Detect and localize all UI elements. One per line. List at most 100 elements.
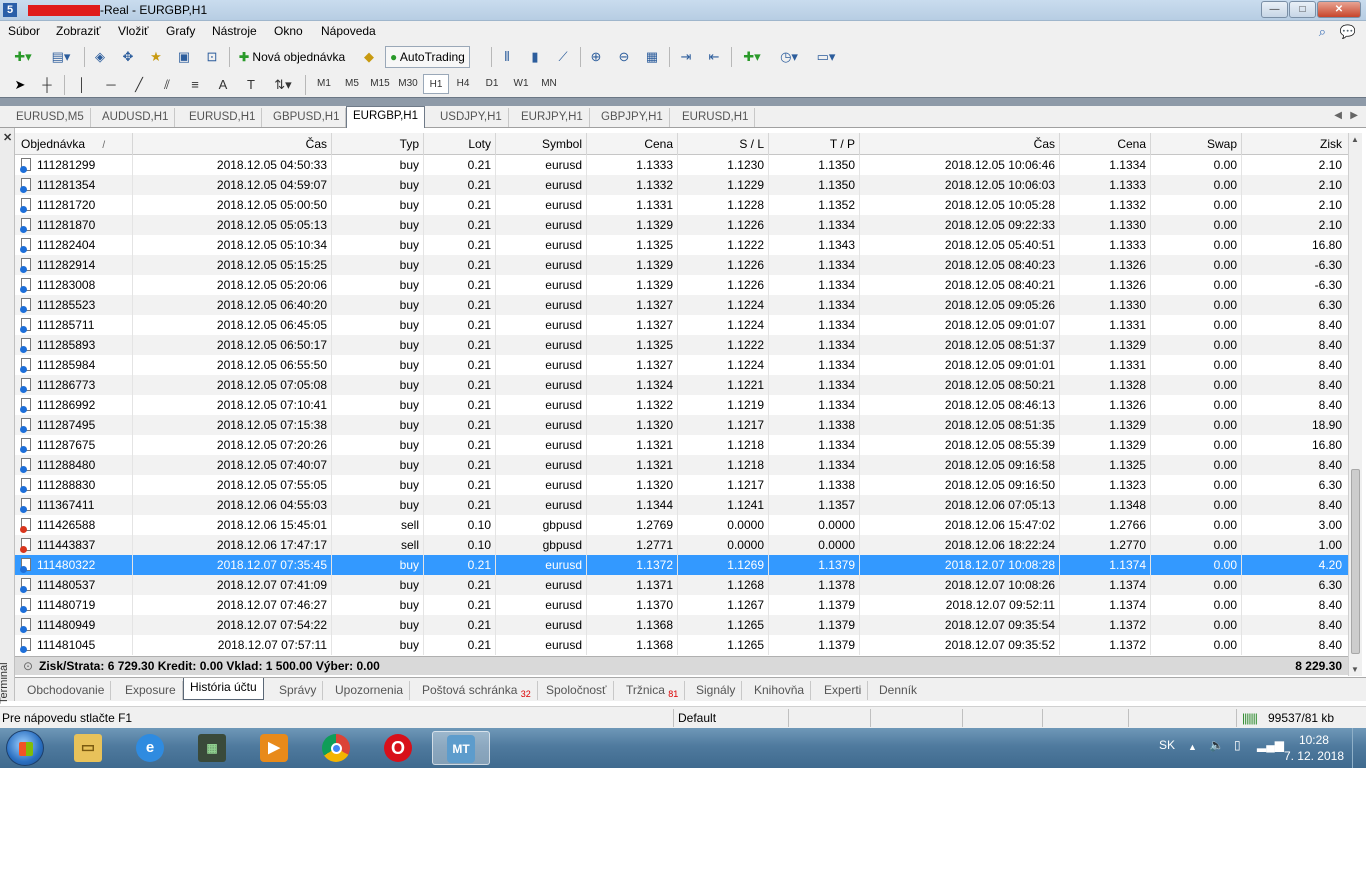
line-chart-icon[interactable]: ⟋	[552, 47, 574, 67]
col-symbol[interactable]: Symbol	[496, 133, 587, 155]
show-desktop-button[interactable]	[1352, 728, 1366, 768]
menu-help[interactable]: Nápoveda	[321, 24, 376, 38]
chart-tab[interactable]: EURJPY,H1	[515, 108, 590, 127]
timeframe-w1[interactable]: W1	[508, 74, 534, 94]
table-row[interactable]: 111287495 2018.12.05 07:15:38 buy 0.21 eurus…	[15, 415, 1348, 435]
table-row[interactable]: 111285984 2018.12.05 06:55:50 buy 0.21 eurus…	[15, 355, 1348, 375]
timeframe-m1[interactable]: M1	[312, 74, 336, 94]
timeframe-h1[interactable]: H1	[423, 74, 449, 94]
col-open-price[interactable]: Cena	[587, 133, 678, 155]
timeframe-m15[interactable]: M15	[367, 74, 393, 94]
chart-tab-active[interactable]: EURGBP,H1	[346, 106, 425, 128]
terminal-toggle-icon[interactable]: ▣	[173, 47, 195, 67]
chart-tab[interactable]: EURUSD,H1	[676, 108, 756, 127]
close-button[interactable]: ✕	[1317, 1, 1361, 18]
col-type[interactable]: Typ	[332, 133, 424, 155]
table-row[interactable]: 111281354 2018.12.05 04:59:07 buy 0.21 eurus…	[15, 175, 1348, 195]
tab-account-history[interactable]: História účtu	[183, 678, 264, 700]
table-row[interactable]: 111426588 2018.12.06 15:45:01 sell 0.10 gbpu…	[15, 515, 1348, 535]
table-row[interactable]: 111285523 2018.12.05 06:40:20 buy 0.21 eurus…	[15, 295, 1348, 315]
timeframe-mn[interactable]: MN	[536, 74, 562, 94]
fibonacci-icon[interactable]: ≡	[184, 75, 206, 95]
start-button[interactable]	[6, 730, 44, 766]
favorites-icon[interactable]: ★	[145, 47, 167, 67]
candlestick-icon[interactable]: ▮	[524, 47, 546, 67]
timeframe-m30[interactable]: M30	[395, 74, 421, 94]
table-row[interactable]: 111288830 2018.12.05 07:55:05 buy 0.21 eurus…	[15, 475, 1348, 495]
power-icon[interactable]: ▯	[1234, 738, 1241, 752]
menu-tools[interactable]: Nástroje	[212, 24, 257, 38]
autotrading-button[interactable]: ● AutoTrading	[385, 46, 470, 68]
network-icon[interactable]: ▂▄▆	[1257, 738, 1284, 752]
bar-chart-icon[interactable]: ⫴	[496, 47, 518, 67]
auto-scroll-icon[interactable]: ⇥	[675, 47, 697, 67]
tab-exposure[interactable]: Exposure	[119, 681, 183, 700]
strategy-tester-icon[interactable]: ⊡	[201, 47, 223, 67]
scroll-up-icon[interactable]: ▲	[1351, 135, 1359, 144]
col-tp[interactable]: T / P	[769, 133, 860, 155]
menu-window[interactable]: Okno	[274, 24, 303, 38]
market-watch-icon[interactable]: ◈	[89, 47, 111, 67]
equidistant-channel-icon[interactable]: ⫽	[156, 75, 178, 95]
tile-windows-icon[interactable]: ▦	[641, 47, 663, 67]
chart-tab[interactable]: GBPUSD,H1	[267, 108, 347, 127]
metaeditor-icon[interactable]: ◆	[358, 47, 380, 67]
chart-shift-icon[interactable]: ⇤	[703, 47, 725, 67]
taskbar-clock[interactable]: 10:28 7. 12. 2018	[1284, 732, 1344, 764]
col-profit[interactable]: Zisk	[1242, 133, 1346, 155]
table-row[interactable]: 111285893 2018.12.05 06:50:17 buy 0.21 eurus…	[15, 335, 1348, 355]
internet-explorer-button[interactable]: e	[128, 731, 174, 765]
col-sl[interactable]: S / L	[678, 133, 769, 155]
menu-insert[interactable]: Vložiť	[118, 24, 149, 38]
tab-scroll-arrows-icon[interactable]: ◀ ▶	[1334, 110, 1358, 121]
timeframe-h4[interactable]: H4	[451, 74, 475, 94]
maximize-button[interactable]: □	[1289, 1, 1316, 18]
indicators-icon[interactable]: ✚▾	[737, 47, 767, 67]
text-icon[interactable]: A	[212, 75, 234, 95]
tab-news[interactable]: Správy	[273, 681, 324, 700]
vertical-line-icon[interactable]: │	[72, 75, 92, 95]
search-icon[interactable]: ⌕	[1319, 24, 1326, 40]
cursor-icon[interactable]: ➤	[10, 75, 30, 95]
scroll-down-icon[interactable]: ▼	[1351, 665, 1359, 674]
menu-charts[interactable]: Grafy	[166, 24, 195, 38]
trendline-icon[interactable]: ╱	[128, 75, 150, 95]
table-row[interactable]: 111367411 2018.12.06 04:55:03 buy 0.21 eurus…	[15, 495, 1348, 515]
templates-icon[interactable]: ▭▾	[811, 47, 841, 67]
chart-tab[interactable]: EURUSD,M5	[10, 108, 91, 127]
profiles-icon[interactable]: ▤▾	[46, 47, 76, 67]
table-row[interactable]: 111480949 2018.12.07 07:54:22 buy 0.21 eurus…	[15, 615, 1348, 635]
menu-file[interactable]: Súbor	[8, 24, 40, 38]
tab-experts[interactable]: Experti	[818, 681, 869, 700]
arrows-icon[interactable]: ⇅▾	[268, 75, 298, 95]
tab-library[interactable]: Knihovňa	[748, 681, 812, 700]
zoom-out-icon[interactable]: ⊖	[613, 47, 635, 67]
file-explorer-button[interactable]: ▭	[66, 731, 112, 765]
text-label-icon[interactable]: T	[240, 75, 262, 95]
navigator-icon[interactable]: ✥	[117, 47, 139, 67]
table-row[interactable]: 111287675 2018.12.05 07:20:26 buy 0.21 eurus…	[15, 435, 1348, 455]
table-row[interactable]: 111286992 2018.12.05 07:10:41 buy 0.21 eurus…	[15, 395, 1348, 415]
table-row[interactable]: 111481045 2018.12.07 07:57:11 buy 0.21 eurus…	[15, 635, 1348, 655]
col-lots[interactable]: Loty	[424, 133, 496, 155]
new-order-button[interactable]: ✚ Nová objednávka	[234, 46, 350, 68]
volume-icon[interactable]: 🔈	[1209, 738, 1224, 752]
tab-signals[interactable]: Signály	[690, 681, 743, 700]
table-row[interactable]: 111282914 2018.12.05 05:15:25 buy 0.21 eurus…	[15, 255, 1348, 275]
tab-alerts[interactable]: Upozornenia	[329, 681, 411, 700]
tab-trade[interactable]: Obchodovanie	[21, 681, 112, 700]
tray-expand-icon[interactable]: ▲	[1188, 742, 1197, 752]
col-swap[interactable]: Swap	[1151, 133, 1242, 155]
table-row[interactable]: 111281870 2018.12.05 05:05:13 buy 0.21 eurus…	[15, 215, 1348, 235]
chat-icon[interactable]: 💬	[1340, 24, 1356, 40]
timeframe-d1[interactable]: D1	[480, 74, 504, 94]
chart-tab[interactable]: EURUSD,H1	[183, 108, 263, 127]
opera-button[interactable]: O	[376, 731, 422, 765]
tab-company[interactable]: Spoločnosť	[540, 681, 614, 700]
terminal-close-icon[interactable]: ✕	[3, 131, 12, 144]
table-row[interactable]: 111288480 2018.12.05 07:40:07 buy 0.21 eurus…	[15, 455, 1348, 475]
table-row[interactable]: 111282404 2018.12.05 05:10:34 buy 0.21 eurus…	[15, 235, 1348, 255]
table-row[interactable]: 111283008 2018.12.05 05:20:06 buy 0.21 eurus…	[15, 275, 1348, 295]
crosshair-icon[interactable]: ┼	[36, 75, 58, 95]
timeframe-m5[interactable]: M5	[340, 74, 364, 94]
